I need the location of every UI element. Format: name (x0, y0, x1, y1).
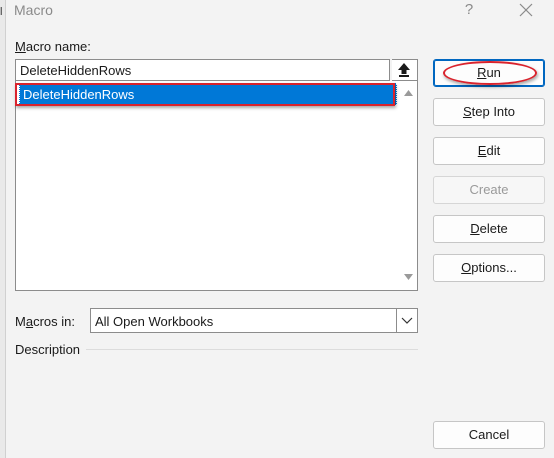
close-button[interactable] (516, 0, 536, 20)
help-button[interactable]: ? (461, 1, 477, 19)
macros-in-select[interactable]: All Open Workbooks (90, 308, 418, 333)
delete-button[interactable]: Delete (433, 215, 545, 243)
list-item[interactable]: DeleteHiddenRows (19, 83, 397, 105)
step-into-button[interactable]: Step Into (433, 98, 545, 126)
macro-list[interactable]: DeleteHiddenRows (15, 81, 418, 291)
upload-arrow-icon (398, 63, 410, 77)
run-button-rest: un (486, 65, 501, 80)
macro-name-label-rest: acro name: (25, 39, 91, 54)
triangle-down-icon[interactable] (403, 273, 414, 281)
dropdown-button[interactable] (396, 309, 417, 332)
macros-in-label-pre: M (15, 314, 26, 329)
move-up-button[interactable] (392, 59, 418, 81)
options-button[interactable]: Options... (433, 254, 545, 282)
list-item-label: DeleteHiddenRows (23, 87, 135, 102)
macro-name-label-mnemonic: M (15, 39, 26, 54)
macros-in-label-mnemonic: a (25, 314, 34, 329)
macros-in-label-rest: cros in: (33, 314, 75, 329)
step-into-button-mnemonic: S (462, 104, 472, 119)
chevron-down-icon (401, 317, 413, 324)
macro-name-input[interactable]: DeleteHiddenRows (15, 59, 390, 81)
options-button-mnemonic: O (461, 260, 472, 275)
title-bar: Macro ? (6, 0, 554, 28)
step-into-button-rest: tep Into (471, 104, 516, 119)
macro-dialog: Macro ? Macro name: DeleteHiddenRows Del… (6, 0, 554, 458)
desktop: l Macro ? Macro name: DeleteHiddenRows D… (0, 0, 554, 458)
macro-name-label: Macro name: (15, 39, 91, 54)
macro-name-value: DeleteHiddenRows (20, 63, 132, 78)
triangle-up-icon[interactable] (403, 89, 414, 97)
description-label: Description (15, 342, 81, 357)
edit-button-rest: dit (486, 143, 501, 158)
background-window-text: l (0, 6, 3, 18)
close-x-icon (519, 3, 533, 17)
delete-button-mnemonic: D (470, 221, 480, 236)
macros-in-selected-value: All Open Workbooks (95, 314, 214, 329)
macros-in-label: Macros in: (15, 314, 75, 329)
edit-button[interactable]: Edit (433, 137, 545, 165)
run-button[interactable]: Run (433, 59, 545, 87)
options-button-rest: ptions... (471, 260, 517, 275)
description-divider (86, 349, 418, 350)
cancel-button[interactable]: Cancel (433, 421, 545, 449)
create-button[interactable]: Create (433, 176, 545, 204)
dialog-title: Macro (14, 2, 53, 18)
delete-button-rest: elete (479, 221, 508, 236)
list-scrollbar[interactable] (400, 81, 417, 290)
